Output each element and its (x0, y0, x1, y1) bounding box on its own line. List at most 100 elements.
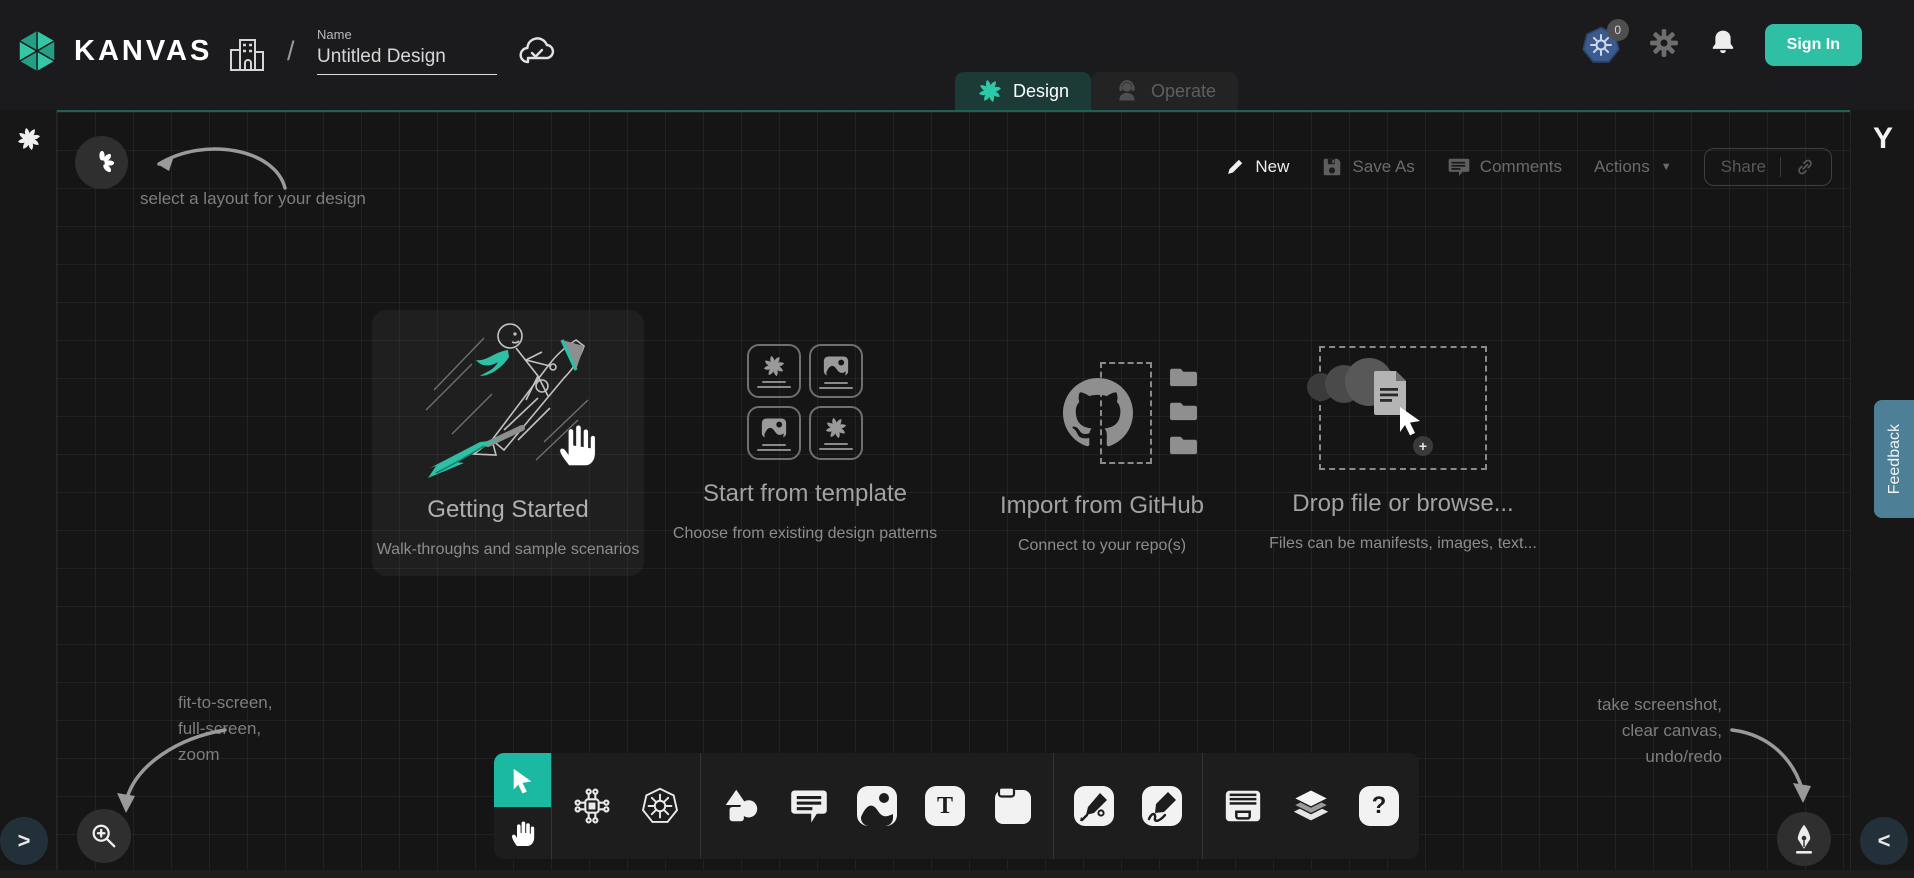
freehand-draw-tool-button[interactable] (1141, 785, 1183, 827)
layout-selector-button[interactable] (75, 136, 128, 189)
card-drop-file[interactable]: + Drop file or browse... Files can be ma… (1253, 310, 1553, 553)
card-subtitle: Walk-throughs and sample scenarios (377, 541, 640, 559)
card-start-from-template[interactable]: Start from template Choose from existing… (672, 310, 938, 543)
pen-nib-icon (1789, 823, 1819, 855)
template-tiles (747, 344, 863, 460)
design-canvas[interactable]: select a layout for your design New Save… (57, 110, 1850, 878)
cloud-saved-icon (516, 33, 558, 74)
brand[interactable]: KANVAS (14, 28, 212, 74)
top-bar: KANVAS / Name Design (0, 0, 1914, 110)
left-sidebar: > (0, 110, 57, 878)
cursor-arrow-icon (1397, 406, 1427, 438)
pencil-icon (1224, 156, 1246, 178)
share-button[interactable]: Share (1704, 148, 1832, 186)
breadcrumb-separator: / (287, 36, 295, 67)
component-node-icon (571, 785, 613, 827)
expand-left-panel-button[interactable]: > (0, 817, 48, 865)
image-tool-button[interactable] (856, 785, 898, 827)
pencil-scribble-icon (1142, 786, 1182, 826)
pen-path-tool-button[interactable] (1073, 785, 1115, 827)
dropzone-illustration: + (1319, 346, 1487, 470)
sticky-note-icon (993, 786, 1033, 826)
select-tool-button[interactable] (494, 753, 551, 807)
comment-tool-button[interactable] (788, 785, 830, 827)
shapes-tool-button[interactable] (720, 785, 762, 827)
y-logo: Y (1851, 122, 1914, 156)
card-import-from-github[interactable]: Import from GitHub Connect to your repo(… (969, 310, 1235, 555)
template-tile (747, 406, 801, 460)
magnifier-plus-icon (89, 821, 119, 851)
text-tool-button[interactable]: T (924, 785, 966, 827)
hand-icon (508, 818, 538, 848)
repo-folders (1168, 364, 1199, 457)
design-name-input[interactable] (317, 46, 497, 75)
chevron-down-icon: ▼ (1661, 161, 1672, 173)
link-icon (1795, 157, 1815, 177)
credits-badge: 0 (1607, 19, 1629, 41)
card-subtitle: Choose from existing design patterns (673, 525, 937, 543)
new-design-button[interactable]: New (1224, 156, 1289, 178)
save-as-button[interactable]: Save As (1321, 156, 1414, 178)
kubernetes-helm-icon (639, 785, 681, 827)
card-getting-started[interactable]: Getting Started Walk-throughs and sample… (372, 310, 644, 576)
cursor-arrow-icon (510, 767, 536, 794)
note-tool-button[interactable] (992, 785, 1034, 827)
card-title: Getting Started (427, 496, 588, 524)
tab-design[interactable]: Design (955, 72, 1091, 110)
brand-name: KANVAS (74, 35, 212, 68)
feedback-tab[interactable]: Feedback (1874, 400, 1914, 518)
template-tile (809, 344, 863, 398)
operate-tab-icon (1113, 77, 1141, 105)
comments-icon (1447, 156, 1471, 178)
right-sidebar: Y Feedback < (1850, 110, 1914, 878)
component-tool-button[interactable] (571, 785, 613, 827)
flower-layout-icon (89, 150, 115, 176)
design-tab-icon (977, 78, 1003, 104)
folder-icon (1168, 364, 1199, 389)
toolbar-group-infra (552, 785, 700, 827)
layers-button[interactable] (1290, 785, 1332, 827)
card-title: Start from template (703, 480, 907, 508)
mode-tabs: Design Operate (955, 72, 1238, 110)
screenshot-hint-arrow (1712, 717, 1862, 817)
zoom-in-button[interactable] (77, 809, 131, 863)
help-button[interactable]: ? (1358, 785, 1400, 827)
github-illustration (1000, 360, 1204, 472)
sign-in-button[interactable]: Sign In (1765, 24, 1862, 66)
kubernetes-credits-icon[interactable]: 0 (1581, 25, 1621, 65)
horizontal-scrollbar[interactable] (0, 870, 1914, 878)
layout-hint-text: select a layout for your design (140, 186, 366, 212)
settings-gear-icon[interactable] (1647, 26, 1681, 65)
notifications-bell-icon[interactable] (1707, 26, 1739, 65)
pattern-spiral-icon (762, 354, 786, 378)
kubernetes-tool-button[interactable] (639, 785, 681, 827)
meshery-spinner-icon[interactable] (16, 126, 42, 157)
image-icon (857, 786, 897, 826)
drawer-archive-button[interactable] (1222, 785, 1264, 827)
pen-tools-button[interactable] (1777, 812, 1831, 866)
pattern-spiral-icon (824, 416, 848, 440)
folder-icon (1168, 398, 1199, 423)
comments-button[interactable]: Comments (1447, 156, 1562, 178)
image-icon (822, 353, 850, 379)
plus-badge: + (1413, 436, 1433, 456)
dock-toolbar: T (494, 753, 1419, 859)
card-title: Import from GitHub (1000, 492, 1204, 520)
tab-operate[interactable]: Operate (1091, 72, 1238, 110)
template-tile (809, 406, 863, 460)
folder-icon (1168, 432, 1199, 457)
tool-selector (494, 753, 551, 859)
toolbar-group-draw (1054, 785, 1202, 827)
card-title: Drop file or browse... (1292, 490, 1513, 518)
layers-icon (1290, 785, 1332, 827)
pan-hand-tool-button[interactable] (494, 807, 551, 859)
kanvas-logo-icon (14, 28, 60, 74)
drawer-icon (1222, 786, 1264, 826)
canvas-toolbar: New Save As Comments Actions (1224, 148, 1832, 186)
shapes-icon (720, 785, 762, 827)
comment-bubble-icon (789, 787, 829, 825)
organization-icon[interactable] (228, 34, 266, 79)
collapse-right-panel-button[interactable]: < (1860, 817, 1908, 865)
actions-dropdown[interactable]: Actions ▼ (1594, 157, 1672, 177)
floppy-save-icon (1321, 156, 1343, 178)
